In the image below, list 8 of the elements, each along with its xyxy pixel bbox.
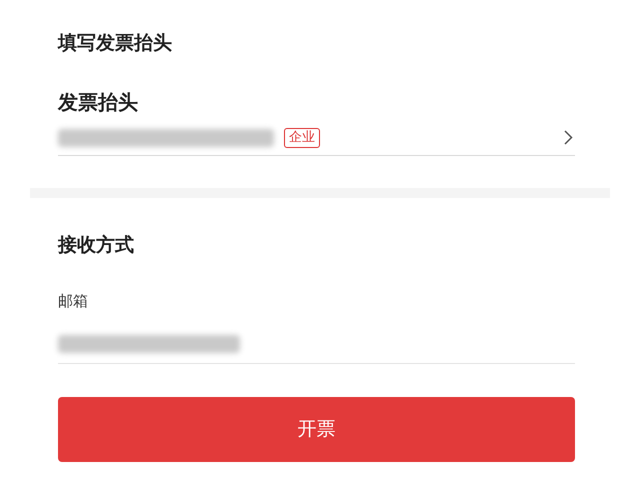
page-title: 填写发票抬头 — [58, 31, 173, 56]
section-title: 接收方式 — [58, 233, 135, 258]
email-label: 邮箱 — [58, 291, 89, 312]
invoice-header-selector[interactable]: 企业 — [58, 122, 575, 156]
company-tag: 企业 — [284, 128, 320, 148]
field-label: 发票抬头 — [58, 89, 139, 116]
issue-invoice-button[interactable]: 开票 — [58, 397, 575, 462]
chevron-right-icon — [564, 130, 573, 145]
